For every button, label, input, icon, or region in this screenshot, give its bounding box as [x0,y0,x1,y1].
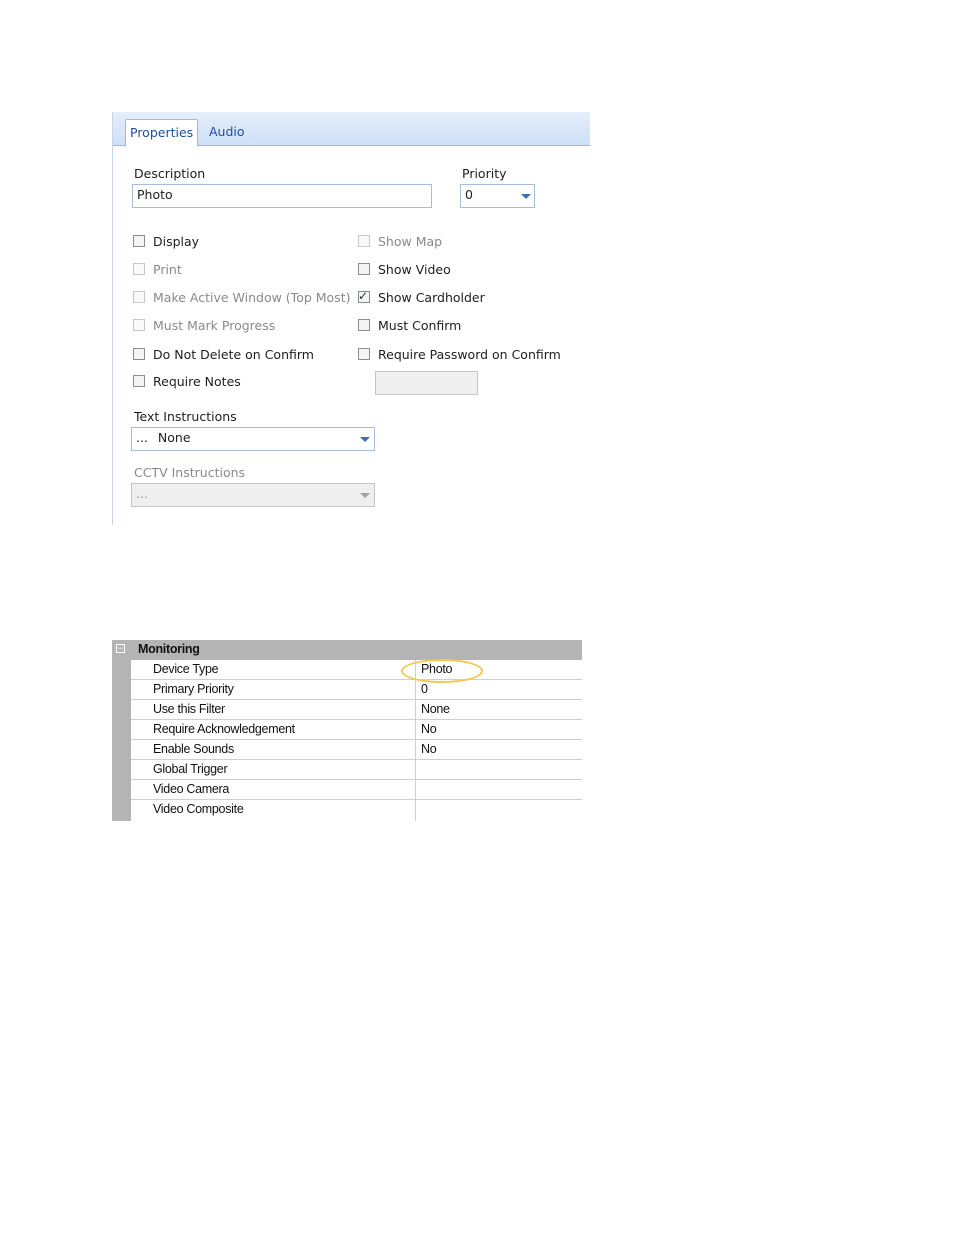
require-notes-checkbox[interactable] [133,375,145,387]
priority-dropdown[interactable]: 0 [460,184,535,208]
require-notes-label: Require Notes [153,374,241,389]
display-checkbox[interactable] [133,235,145,247]
property-value[interactable]: None [421,702,450,716]
priority-label: Priority [462,166,507,181]
show-video-label: Show Video [378,262,451,277]
property-value[interactable]: No [421,722,437,736]
property-name: Use this Filter [153,702,225,716]
table-row[interactable]: Enable Sounds No [131,740,582,760]
priority-value: 0 [465,187,473,202]
show-cardholder-checkbox[interactable]: ✓ [358,289,370,303]
chevron-down-icon [360,437,370,442]
property-value[interactable]: 0 [421,682,428,696]
table-row[interactable]: Device Type Photo [131,660,582,680]
grid-gutter [112,640,131,821]
description-input[interactable]: Photo [132,184,432,208]
cctv-instructions-label: CCTV Instructions [134,465,246,480]
display-label: Display [153,234,200,249]
table-row[interactable]: Require Acknowledgement No [131,720,582,740]
property-name: Require Acknowledgement [153,722,295,736]
property-name: Video Composite [153,802,244,816]
make-active-window-label: Make Active Window (Top Most) [153,290,351,305]
category-header[interactable]: − Monitoring [112,640,582,660]
show-video-checkbox[interactable] [358,263,370,275]
highlight-ellipse [401,659,483,683]
text-instructions-label: Text Instructions [134,409,237,424]
table-row[interactable]: Video Camera [131,780,582,800]
description-label: Description [134,166,206,181]
text-instructions-ellipsis: ... [136,430,148,445]
must-mark-progress-label: Must Mark Progress [153,318,276,333]
chevron-down-icon [360,493,370,498]
property-name: Video Camera [153,782,230,796]
print-label: Print [153,262,182,277]
do-not-delete-checkbox[interactable] [133,348,145,360]
must-confirm-label: Must Confirm [378,318,462,333]
show-map-label: Show Map [378,234,443,249]
text-instructions-dropdown[interactable]: ... None [131,427,375,451]
property-name: Global Trigger [153,762,228,776]
must-mark-progress-checkbox[interactable] [133,319,145,331]
text-instructions-value: None [157,430,191,445]
checkmark-icon: ✓ [358,289,369,303]
monitoring-property-grid: − Monitoring Device Type Photo Primary P… [112,640,582,821]
password-input[interactable] [375,371,478,395]
chevron-down-icon [521,194,531,199]
show-map-checkbox[interactable] [358,235,370,247]
require-password-label: Require Password on Confirm [378,347,561,362]
do-not-delete-label: Do Not Delete on Confirm [153,347,314,362]
table-row[interactable]: Use this Filter None [131,700,582,720]
property-name: Device Type [153,662,219,676]
property-value[interactable]: No [421,742,437,756]
collapse-icon[interactable]: − [116,644,125,653]
cctv-instructions-value: ... [136,486,148,501]
tab-strip: Properties Audio [113,112,590,147]
tab-audio[interactable]: Audio [205,120,249,144]
require-password-checkbox[interactable] [358,348,370,360]
must-confirm-checkbox[interactable] [358,319,370,331]
cctv-instructions-dropdown[interactable]: ... [131,483,375,507]
table-row[interactable]: Global Trigger [131,760,582,780]
properties-panel: Properties Audio Description Photo Prior… [112,112,590,525]
table-row[interactable]: Primary Priority 0 [131,680,582,700]
property-name: Primary Priority [153,682,234,696]
property-name: Enable Sounds [153,742,234,756]
category-title: Monitoring [138,642,200,656]
print-checkbox[interactable] [133,263,145,275]
column-divider [415,660,416,821]
table-row[interactable]: Video Composite [131,800,582,820]
tab-properties[interactable]: Properties [125,119,199,147]
make-active-window-checkbox[interactable] [133,291,145,303]
show-cardholder-label: Show Cardholder [378,290,485,305]
